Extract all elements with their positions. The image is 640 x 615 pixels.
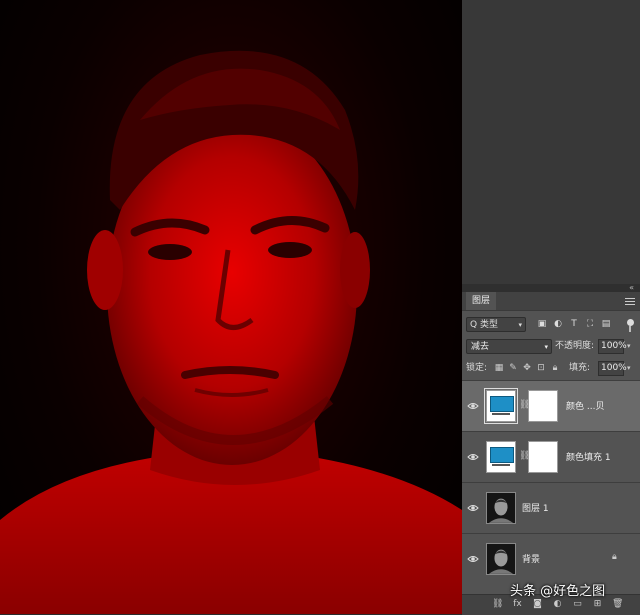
chevron-down-icon: ▾ [518, 321, 522, 329]
add-mask-icon[interactable]: ◙ [532, 599, 543, 610]
filter-row: Q 类型 ▾ ▣ ◐ T ⛶ ▤ [466, 317, 636, 333]
filter-shape-icon[interactable]: ⛶ [584, 318, 596, 330]
visibility-eye-icon[interactable] [467, 553, 479, 565]
layer-thumbnail[interactable] [486, 543, 516, 575]
chevron-down-icon: ▾ [544, 343, 548, 351]
panel-tab-bar: 图层 [462, 292, 640, 311]
lock-icon[interactable]: 🔒︎ [612, 552, 622, 563]
watermark-text: 头条 @好色之图 [510, 584, 606, 599]
filter-pixel-icon[interactable]: ▣ [536, 318, 548, 330]
opacity-dropdown-icon[interactable]: ▾ [627, 339, 631, 354]
layer-thumbnail[interactable] [486, 441, 516, 473]
fill-label: 填充: [569, 363, 591, 373]
visibility-eye-icon[interactable] [467, 502, 479, 514]
trash-icon[interactable]: 🗑︎ [612, 599, 623, 610]
portrait-image [0, 50, 462, 614]
layer-name[interactable]: 颜色填充 1 [566, 450, 611, 463]
lock-row: 锁定: ▦ ✎ ✥ ⊡ 🔒︎ 填充: 100% ▾ [466, 361, 636, 377]
new-layer-icon[interactable]: ⊞ [592, 599, 603, 610]
filter-adjustment-icon[interactable]: ◐ [552, 318, 564, 330]
opacity-input[interactable]: 100% [598, 339, 627, 354]
visibility-eye-icon[interactable] [467, 451, 479, 463]
layer-name[interactable]: 背景 [522, 552, 540, 565]
portrait-thumbnail-image [487, 544, 515, 574]
filter-smart-object-icon[interactable]: ▤ [600, 318, 612, 330]
tab-layers[interactable]: 图层 [466, 292, 497, 310]
filter-type-icon[interactable]: T [568, 318, 580, 330]
opacity-label: 不透明度: [555, 341, 595, 351]
layers-panel: 图层 Q 类型 ▾ ▣ ◐ T ⛶ ▤ 减去 ▾ 不透明度: 100% ▾ 锁定… [462, 292, 640, 615]
portrait-thumbnail-image [487, 493, 515, 523]
visibility-eye-icon[interactable] [467, 400, 479, 412]
fx-icon[interactable]: fx [512, 599, 523, 610]
link-layers-icon[interactable]: ⛓ [492, 599, 503, 610]
lock-transparent-icon[interactable]: ▦ [494, 362, 504, 374]
lock-artboard-icon[interactable]: ⊡ [536, 362, 546, 374]
lock-label: 锁定: [466, 363, 488, 373]
adjustment-layer-icon[interactable]: ◐ [552, 599, 563, 610]
dock-empty-area [462, 0, 640, 284]
layer-mask-thumbnail[interactable] [528, 441, 558, 473]
layer-row[interactable]: ⛓ 颜色 ...贝 [462, 380, 640, 431]
panel-menu-icon[interactable] [625, 296, 635, 305]
filter-toggle-stem [629, 326, 631, 332]
group-folder-icon[interactable]: ▭ [572, 599, 583, 610]
lock-all-icon[interactable]: 🔒︎ [550, 362, 560, 374]
layer-row[interactable]: ⛓ 颜色填充 1 [462, 431, 640, 482]
blend-row: 减去 ▾ 不透明度: 100% ▾ [466, 339, 636, 355]
layer-row[interactable]: 图层 1 [462, 482, 640, 533]
blend-mode-value: 减去 [471, 342, 490, 352]
filter-kind-select[interactable]: Q 类型 ▾ [466, 317, 526, 332]
document-canvas[interactable] [0, 0, 462, 614]
layer-thumbnail[interactable] [484, 388, 518, 424]
lock-image-icon[interactable]: ✎ [508, 362, 518, 374]
layer-name[interactable]: 颜色 ...贝 [566, 399, 604, 412]
fill-input[interactable]: 100% [598, 361, 627, 376]
filter-kind-label: Q 类型 [470, 320, 498, 330]
layer-mask-thumbnail[interactable] [528, 390, 558, 422]
layer-row[interactable]: 背景 🔒︎ [462, 533, 640, 584]
blend-mode-select[interactable]: 减去 ▾ [466, 339, 552, 354]
layer-name[interactable]: 图层 1 [522, 501, 549, 514]
panel-header-bar: « [462, 284, 640, 292]
layers-list: ⛓ 颜色 ...贝 ⛓ 颜色填充 1 图层 1 背景 🔒︎ [462, 380, 640, 584]
layer-thumbnail[interactable] [486, 492, 516, 524]
collapse-icon[interactable]: « [629, 284, 634, 292]
lock-position-icon[interactable]: ✥ [522, 362, 532, 374]
filter-toggle-icon[interactable] [627, 319, 634, 326]
fill-dropdown-icon[interactable]: ▾ [627, 361, 631, 376]
